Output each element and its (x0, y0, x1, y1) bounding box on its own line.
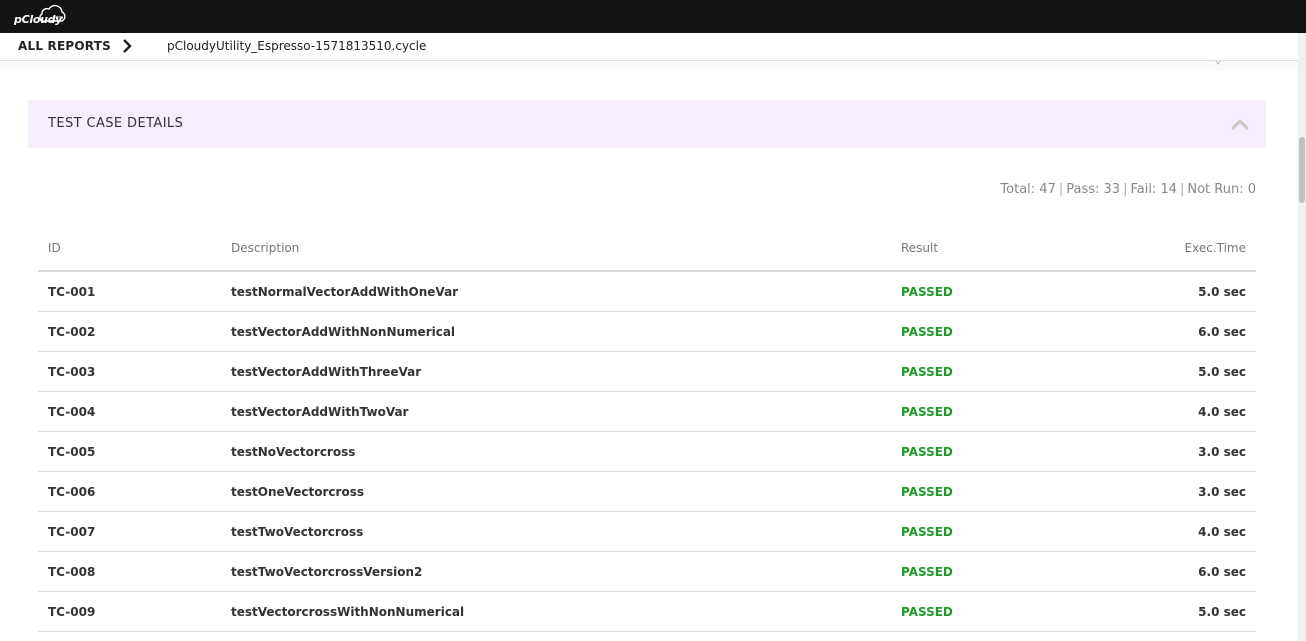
test-case-details-header[interactable]: TEST CASE DETAILS (28, 100, 1266, 148)
report-panel: TEST CASE DETAILS Total: 47 | Pass: 33 | Fai… (0, 61, 1298, 641)
row-description: testNoVectorcross (221, 431, 891, 472)
table-row[interactable]: TC-006 testOneVectorcross PASSED 3.0 sec (38, 471, 1256, 512)
column-header-description[interactable]: Description (221, 226, 891, 272)
row-exec-time: 3.0 sec (1091, 471, 1256, 512)
column-header-id[interactable]: ID (38, 226, 221, 272)
summary-total: Total: 47 (1000, 182, 1056, 197)
cloud-icon: .com (39, 4, 66, 22)
pcloudy-logo[interactable]: pCloudy .com (14, 4, 66, 28)
row-result: PASSED (891, 391, 1091, 432)
row-id: TC-002 (38, 311, 221, 352)
row-exec-time: 6.0 sec (1091, 311, 1256, 352)
row-exec-time: 3.0 sec (1091, 431, 1256, 472)
chevron-right-icon (121, 38, 133, 58)
row-result: PASSED (891, 511, 1091, 552)
partial-chevron-icon (1214, 61, 1222, 70)
table-row[interactable]: TC-010testNoVectorDotPASSED3.0 sec (38, 631, 1256, 641)
vertical-scrollbar[interactable] (1298, 33, 1306, 641)
table-row[interactable]: TC-001 testNormalVectorAddWithOneVar PASSE… (38, 271, 1256, 312)
summary-not-run: Not Run: 0 (1187, 182, 1256, 197)
logo-suffix: .com (51, 15, 63, 21)
row-id: TC-006 (38, 471, 221, 512)
column-header-exec-time[interactable]: Exec.Time (1091, 226, 1256, 272)
row-id: TC-005 (38, 431, 221, 472)
row-id: TC-003 (38, 351, 221, 392)
row-description: testNoVectorDot (221, 631, 891, 641)
row-result: PASSED (891, 631, 1091, 641)
row-exec-time: 5.0 sec (1091, 271, 1256, 312)
results-summary: Total: 47 | Pass: 33 | Fail: 14 | Not Run: 0 (1000, 182, 1256, 197)
row-result: PASSED (891, 591, 1091, 632)
row-result: PASSED (891, 311, 1091, 352)
row-description: testVectorAddWithNonNumerical (221, 311, 891, 352)
row-description: testVectorAddWithThreeVar (221, 351, 891, 392)
row-result: PASSED (891, 471, 1091, 512)
row-result: PASSED (891, 351, 1091, 392)
row-result: PASSED (891, 431, 1091, 472)
test-case-table: ID Description Result Exec.Time TC-001 te… (38, 226, 1256, 641)
table-row[interactable]: TC-007 testTwoVectorcross PASSED 4.0 sec (38, 511, 1256, 552)
row-description: testVectorcrossWithNonNumerical (221, 591, 891, 632)
row-result: PASSED (891, 551, 1091, 592)
section-title: TEST CASE DETAILS (48, 116, 184, 131)
breadcrumb-all-reports[interactable]: ALL REPORTS (18, 39, 111, 53)
summary-pass: Pass: 33 (1066, 182, 1121, 197)
row-id: TC-001 (38, 271, 221, 312)
top-bar: pCloudy .com (0, 0, 1306, 33)
table-row[interactable]: TC-004 testVectorAddWithTwoVar PASSED 4.0 s… (38, 391, 1256, 432)
breadcrumb: ALL REPORTS pCloudyUtility_Espresso-1571… (0, 33, 1298, 61)
row-id: TC-004 (38, 391, 221, 432)
main-content: TEST CASE DETAILS Total: 47 | Pass: 33 | Fai… (0, 61, 1298, 641)
table-row[interactable]: TC-009 testVectorcrossWithNonNumerical PAS… (38, 591, 1256, 632)
table-header-row: ID Description Result Exec.Time (38, 226, 1256, 272)
row-exec-time: 4.0 sec (1091, 511, 1256, 552)
row-description: testNormalVectorAddWithOneVar (221, 271, 891, 312)
chevron-up-icon[interactable] (1230, 116, 1250, 135)
scrollbar-thumb[interactable] (1299, 137, 1305, 203)
row-exec-time: 5.0 sec (1091, 591, 1256, 632)
row-result: PASSED (891, 271, 1091, 312)
table-row[interactable]: TC-003 testVectorAddWithThreeVar PASSED 5.0… (38, 351, 1256, 392)
row-description: testTwoVectorcrossVersion2 (221, 551, 891, 592)
row-id: TC-009 (38, 591, 221, 632)
row-description: testVectorAddWithTwoVar (221, 391, 891, 432)
table-row[interactable]: TC-008 testTwoVectorcrossVersion2 PASSED 6.… (38, 551, 1256, 592)
row-exec-time: 4.0 sec (1091, 391, 1256, 432)
row-exec-time: 5.0 sec (1091, 351, 1256, 392)
row-exec-time: 3.0 sec (1091, 631, 1256, 641)
row-id: TC-008 (38, 551, 221, 592)
breadcrumb-current-report: pCloudyUtility_Espresso-1571813510.cycle (167, 39, 427, 53)
row-description: testOneVectorcross (221, 471, 891, 512)
table-row[interactable]: TC-002 testVectorAddWithNonNumerical PASSE… (38, 311, 1256, 352)
row-description: testTwoVectorcross (221, 511, 891, 552)
row-id: TC-007 (38, 511, 221, 552)
row-id: TC-010 (38, 631, 221, 641)
row-exec-time: 6.0 sec (1091, 551, 1256, 592)
table-row[interactable]: TC-005 testNoVectorcross PASSED 3.0 sec (38, 431, 1256, 472)
column-header-result[interactable]: Result (891, 226, 1091, 272)
summary-fail: Fail: 14 (1130, 182, 1177, 197)
